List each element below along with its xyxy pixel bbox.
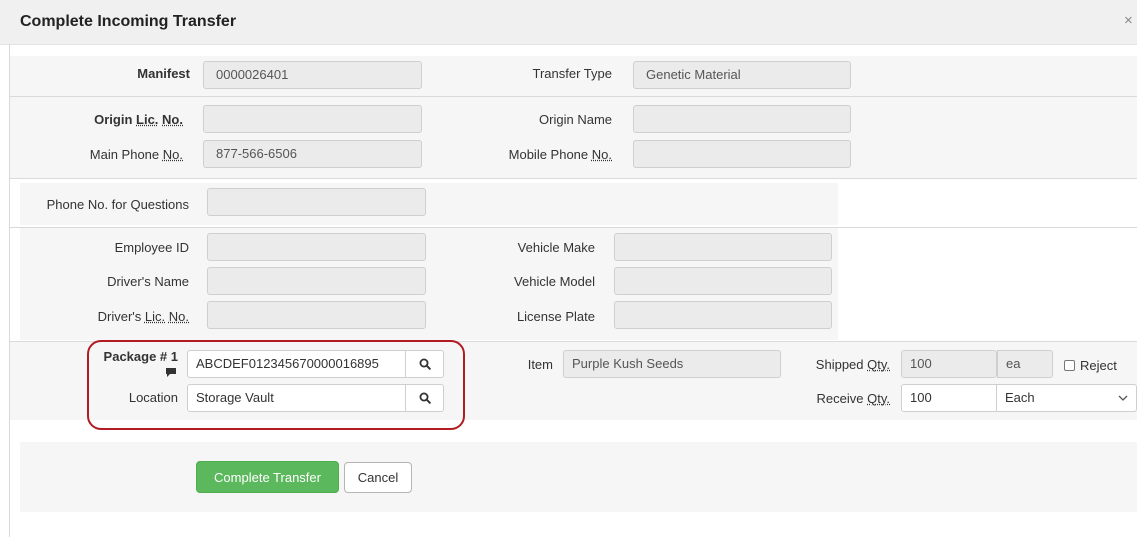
origin-lic-field <box>203 105 422 133</box>
mobile-phone-field <box>633 140 851 168</box>
shipped-qty-field: 100 <box>901 350 997 378</box>
main-phone-label: Main Phone No. <box>89 147 183 162</box>
transfer-type-field: Genetic Material <box>633 61 851 89</box>
dialog-title: Complete Incoming Transfer <box>20 13 237 30</box>
employee-id-label: Employee ID <box>114 240 189 255</box>
item-label: Item <box>527 357 553 372</box>
origin-name-label: Origin Name <box>539 112 612 127</box>
phone-questions-label: Phone No. for Questions <box>46 197 189 212</box>
receive-unit-value: Each <box>1005 390 1035 405</box>
drivers-name-field <box>207 267 426 295</box>
shipped-unit-field: ea <box>997 350 1053 378</box>
highlight-annotation <box>87 340 465 430</box>
employee-id-field <box>207 233 426 261</box>
transfer-type-label: Transfer Type <box>532 66 612 81</box>
reject-checkbox[interactable] <box>1064 360 1075 371</box>
mobile-phone-label: Mobile Phone No. <box>508 147 612 162</box>
origin-name-field <box>633 105 851 133</box>
vehicle-make-field <box>614 233 832 261</box>
cancel-button[interactable]: Cancel <box>344 462 412 493</box>
drivers-lic-field <box>207 301 426 329</box>
license-plate-field <box>614 301 832 329</box>
main-phone-field: 877-566-6506 <box>203 140 422 168</box>
vehicle-make-label: Vehicle Make <box>517 240 595 255</box>
chevron-down-icon <box>1118 395 1128 401</box>
drivers-lic-label: Driver's Lic. No. <box>97 309 189 324</box>
drivers-name-label: Driver's Name <box>107 274 189 289</box>
vehicle-model-field <box>614 267 832 295</box>
actions-section <box>20 442 1137 512</box>
manifest-label: Manifest <box>137 66 190 81</box>
close-icon[interactable]: × <box>1124 12 1133 29</box>
license-plate-label: License Plate <box>516 309 595 324</box>
item-field: Purple Kush Seeds <box>563 350 781 378</box>
complete-transfer-button[interactable]: Complete Transfer <box>196 461 339 493</box>
receive-qty-label: Receive Qty. <box>816 391 890 406</box>
origin-section <box>10 97 1137 178</box>
phone-questions-field <box>207 188 426 216</box>
reject-label: Reject <box>1080 358 1117 373</box>
vehicle-model-label: Vehicle Model <box>514 274 595 289</box>
manifest-field: 0000026401 <box>203 61 422 89</box>
origin-lic-label: Origin Lic. No. <box>94 112 183 127</box>
receive-qty-input[interactable]: 100 <box>901 384 997 412</box>
shipped-qty-label: Shipped Qty. <box>815 357 890 372</box>
divider <box>10 178 1137 179</box>
receive-unit-select[interactable]: Each <box>996 384 1137 412</box>
